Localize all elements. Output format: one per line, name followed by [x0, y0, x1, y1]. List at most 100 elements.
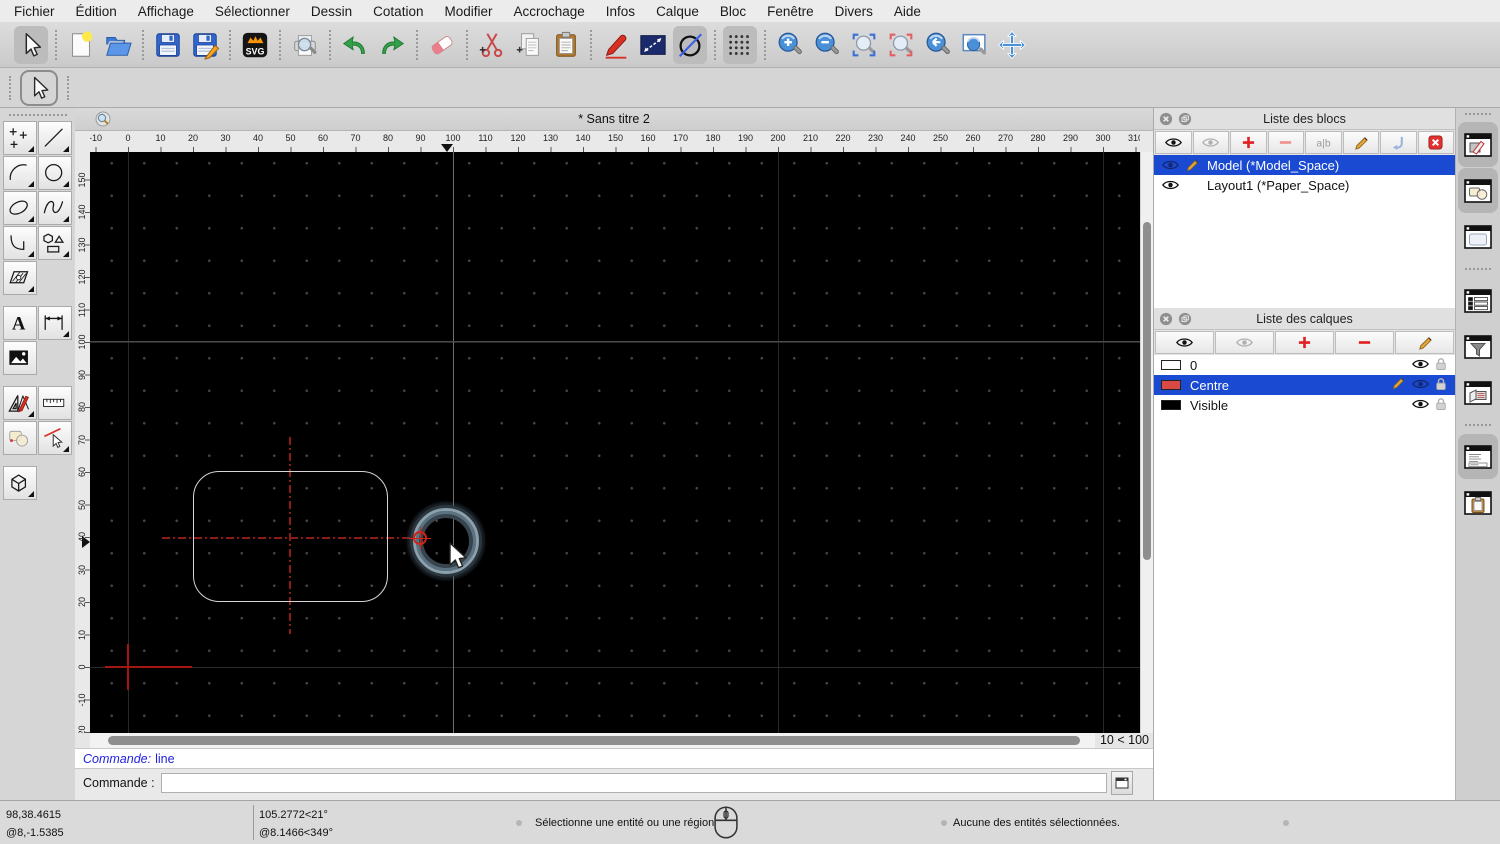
blocks-eye-button[interactable] [1155, 131, 1192, 154]
block-widget-button[interactable] [1458, 168, 1498, 213]
save-button[interactable] [151, 26, 185, 64]
blocks-delete-red-button[interactable] [1417, 131, 1454, 154]
filter-widget-button[interactable] [1458, 324, 1498, 369]
svg-export-button[interactable]: SVG [238, 26, 272, 64]
command-detach-button[interactable] [1110, 770, 1133, 795]
tool-arc[interactable] [2, 156, 37, 190]
print-preview-button[interactable] [288, 26, 322, 64]
eye-icon[interactable] [1161, 159, 1179, 171]
menu-item-fentre[interactable]: Fenêtre [767, 4, 814, 19]
blocks-eye-gray-button[interactable] [1192, 131, 1229, 154]
tool-spline[interactable] [37, 191, 72, 225]
float-icon[interactable] [1178, 112, 1192, 126]
eye-icon[interactable] [1161, 179, 1179, 191]
blocks-minus-light-button[interactable] [1267, 131, 1304, 154]
blocks-plus-button[interactable] [1230, 131, 1267, 154]
rounded-rectangle-entity[interactable] [193, 471, 388, 602]
menu-item-affichage[interactable]: Affichage [138, 4, 194, 19]
vertical-scrollbar[interactable] [1140, 152, 1153, 733]
zoom-window-button[interactable] [958, 26, 992, 64]
eye-icon[interactable] [1412, 358, 1429, 373]
menu-item-dessin[interactable]: Dessin [311, 4, 352, 19]
zoom-redraw-button[interactable] [884, 26, 918, 64]
float-icon[interactable] [1178, 312, 1192, 326]
zoom-out-button[interactable] [810, 26, 844, 64]
tool-polygon[interactable] [37, 226, 72, 260]
palette-handle[interactable] [8, 114, 67, 116]
zoom-in-button[interactable] [773, 26, 807, 64]
tool-dimension[interactable] [37, 306, 72, 340]
tool-text[interactable]: A [2, 306, 37, 340]
plain-widget-button[interactable] [1458, 214, 1498, 259]
draw-pen-button[interactable] [599, 26, 633, 64]
redo-button[interactable] [375, 26, 409, 64]
block-row[interactable]: Model (*Model_Space) [1154, 155, 1455, 175]
menu-item-slectionner[interactable]: Sélectionner [215, 4, 290, 19]
horizontal-scrollbar-thumb[interactable] [108, 736, 1080, 745]
layer-row[interactable]: Centre [1154, 375, 1455, 395]
tool-image[interactable] [2, 341, 37, 375]
tool-solid-3d[interactable] [2, 466, 37, 500]
block-row[interactable]: Layout1 (*Paper_Space) [1154, 175, 1455, 195]
menu-item-calque[interactable]: Calque [656, 4, 699, 19]
command-widget-button[interactable] [1458, 434, 1498, 479]
tool-block-edit[interactable] [2, 421, 37, 455]
blocks-rename-button[interactable]: a|b [1305, 131, 1342, 154]
layers-eye-button[interactable] [1155, 331, 1214, 354]
zoom-pan-button[interactable] [995, 26, 1029, 64]
tool-measure[interactable] [37, 386, 72, 420]
eye-icon[interactable] [1412, 378, 1429, 393]
horizontal-scrollbar[interactable] [90, 733, 1095, 748]
layer-row[interactable]: Visible [1154, 395, 1455, 415]
zoom-auto-button[interactable] [847, 26, 881, 64]
select-arrow-button[interactable] [14, 25, 48, 64]
pencil-icon[interactable] [1183, 158, 1201, 173]
tool-hatch[interactable] [2, 261, 37, 295]
menu-item-dition[interactable]: Édition [76, 4, 117, 19]
menu-item-fichier[interactable]: Fichier [14, 4, 55, 19]
tool-line[interactable] [37, 121, 72, 155]
menu-item-cotation[interactable]: Cotation [373, 4, 423, 19]
lock-icon[interactable] [1435, 357, 1447, 374]
menu-item-modifier[interactable]: Modifier [444, 4, 492, 19]
new-file-button[interactable] [64, 26, 98, 64]
cut-button[interactable] [475, 26, 509, 64]
menu-item-accrochage[interactable]: Accrochage [513, 4, 584, 19]
menu-item-infos[interactable]: Infos [606, 4, 635, 19]
layers-plus-button[interactable] [1275, 331, 1334, 354]
tool-polyline[interactable] [2, 226, 37, 260]
tool-select-delete[interactable] [37, 421, 72, 455]
drawing-canvas[interactable] [90, 152, 1140, 733]
circle-attributes-button[interactable] [673, 25, 707, 64]
eye-icon[interactable] [1412, 398, 1429, 413]
menu-item-aide[interactable]: Aide [894, 4, 921, 19]
layer-row[interactable]: 0 [1154, 355, 1455, 375]
list-widget-button[interactable] [1458, 278, 1498, 323]
lock-icon[interactable] [1435, 397, 1447, 414]
eraser-button[interactable] [425, 26, 459, 64]
vertical-scrollbar-thumb[interactable] [1143, 222, 1151, 560]
close-icon[interactable] [1159, 312, 1173, 326]
paste-button[interactable] [549, 26, 583, 64]
close-icon[interactable] [1159, 112, 1173, 126]
layers-pencil-button[interactable] [1395, 331, 1454, 354]
line-attributes-button[interactable] [636, 26, 670, 64]
tool-circle[interactable] [37, 156, 72, 190]
lock-icon[interactable] [1435, 377, 1447, 394]
save-as-button[interactable] [188, 26, 222, 64]
layers-eye-gray-button[interactable] [1215, 331, 1274, 354]
command-input[interactable] [160, 772, 1107, 793]
select-tool-button[interactable] [20, 69, 58, 106]
blocks-pencil-button[interactable] [1342, 131, 1379, 154]
library-widget-button[interactable] [1458, 122, 1498, 167]
wall-widget-button[interactable] [1458, 370, 1498, 415]
open-folder-button[interactable] [101, 26, 135, 64]
dock-handle[interactable] [1465, 113, 1491, 115]
menu-item-divers[interactable]: Divers [835, 4, 873, 19]
snap-grid-button[interactable] [723, 25, 757, 64]
blocks-insert-arrow-button[interactable] [1380, 131, 1417, 154]
tool-modify[interactable] [2, 386, 37, 420]
toolbar-handle[interactable] [9, 75, 11, 100]
document-titlebar[interactable]: * Sans titre 2 [75, 108, 1153, 131]
copy-button[interactable] [512, 26, 546, 64]
